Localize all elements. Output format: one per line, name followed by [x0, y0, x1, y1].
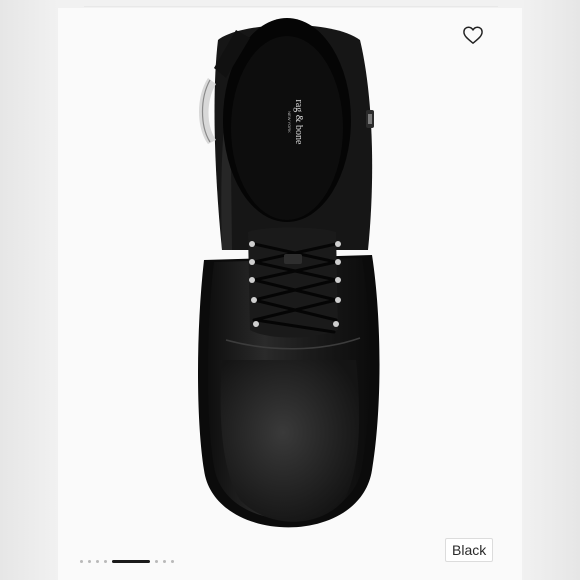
- carousel-dot[interactable]: [155, 559, 158, 563]
- color-label: Black: [445, 538, 494, 562]
- boot-toe: [220, 360, 360, 522]
- carousel-indicator[interactable]: [80, 558, 174, 564]
- svg-text:rag & bone: rag & bone: [293, 100, 304, 146]
- carousel-dot[interactable]: [96, 559, 99, 563]
- carousel-dot-active[interactable]: [112, 559, 150, 563]
- carousel-dot[interactable]: [171, 559, 174, 563]
- heart-outline-icon: [463, 26, 483, 44]
- carousel-dot[interactable]: [80, 559, 83, 563]
- carousel-dot[interactable]: [104, 559, 107, 563]
- svg-text:NEW YORK: NEW YORK: [287, 111, 292, 133]
- product-photo: rag & bone NEW YORK: [198, 18, 380, 528]
- carousel-dot[interactable]: [88, 559, 91, 563]
- color-name: Black: [452, 542, 487, 558]
- favorite-button[interactable]: [460, 22, 486, 48]
- carousel-dot[interactable]: [163, 559, 166, 563]
